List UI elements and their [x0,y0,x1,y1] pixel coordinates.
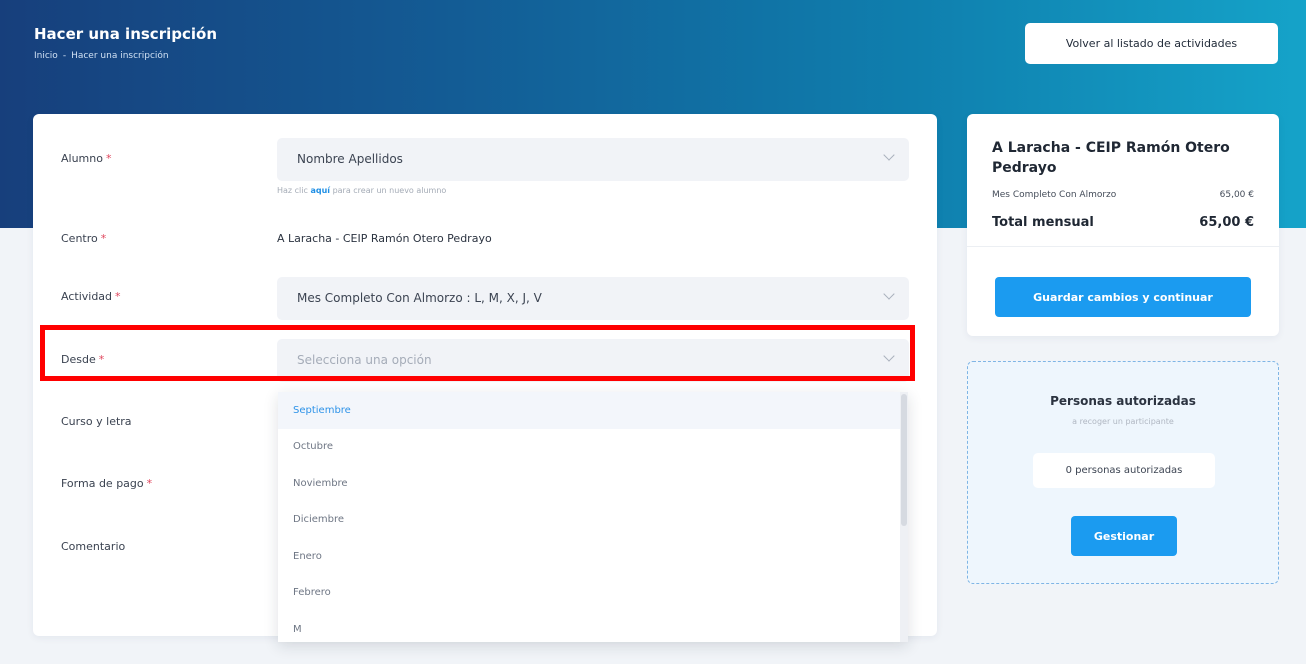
required-mark: * [100,232,107,245]
dropdown-scrollbar[interactable] [900,392,908,642]
dropdown-option-noviembre[interactable]: Noviembre [278,465,908,502]
new-student-link[interactable]: aquí [310,186,330,195]
breadcrumb-separator: - [62,51,67,61]
desde-select[interactable]: Selecciona una opción [277,339,909,382]
required-mark: * [115,290,121,303]
manage-button[interactable]: Gestionar [1071,516,1177,556]
dropdown-option-enero[interactable]: Enero [278,538,908,575]
total-price: 65,00 € [1199,215,1254,230]
actividad-select[interactable]: Mes Completo Con Almorzo : L, M, X, J, V [277,277,909,320]
summary-total: Total mensual 65,00 € [992,215,1254,230]
back-to-activities-button[interactable]: Volver al listado de actividades [1025,23,1278,64]
line-item-label: Mes Completo Con Almorzo [992,190,1117,200]
desde-dropdown-list: Septiembre Octubre Noviembre Diciembre E… [278,392,908,642]
dropdown-option-octubre[interactable]: Octubre [278,429,908,466]
dropdown-option-septiembre[interactable]: Septiembre [278,392,908,429]
authorized-count: 0 personas autorizadas [1033,453,1215,488]
breadcrumb: Inicio - Hacer una inscripción [34,51,169,61]
summary-title: A Laracha - CEIP Ramón Otero Pedrayo [992,140,1230,176]
divider [967,246,1279,247]
comentario-label: Comentario [61,540,126,553]
curso-label: Curso y letra [61,415,132,428]
actividad-label: Actividad * [61,290,121,303]
scrollbar-thumb[interactable] [901,394,907,526]
required-mark: * [98,353,105,366]
alumno-select[interactable]: Nombre Apellidos [277,138,909,181]
new-student-hint: Haz clic aquí para crear un nuevo alumno [277,186,447,195]
summary-card: A Laracha - CEIP Ramón Otero Pedrayo Mes… [967,114,1279,336]
breadcrumb-home[interactable]: Inicio [34,51,58,61]
alumno-value: Nombre Apellidos [297,152,403,166]
dropdown-option-febrero[interactable]: Febrero [278,575,908,612]
total-label: Total mensual [992,215,1094,230]
desde-label: Desde * [61,353,105,366]
chevron-down-icon [883,149,895,161]
chevron-down-icon [883,350,895,362]
alumno-label: Alumno * [61,152,112,165]
line-item-price: 65,00 € [1219,190,1254,200]
forma-pago-label: Forma de pago * [61,477,153,490]
authorized-persons-card: Personas autorizadas a recoger un partic… [967,361,1279,584]
authorized-title: Personas autorizadas [1050,394,1196,408]
dropdown-option-marzo-partial[interactable]: M [278,611,908,642]
desde-placeholder: Selecciona una opción [297,353,432,367]
save-and-continue-button[interactable]: Guardar cambios y continuar [995,277,1251,317]
dropdown-option-diciembre[interactable]: Diciembre [278,502,908,539]
summary-line-item: Mes Completo Con Almorzo 65,00 € [992,190,1254,200]
required-mark: * [105,152,112,165]
actividad-value: Mes Completo Con Almorzo : L, M, X, J, V [297,291,542,305]
authorized-subtitle: a recoger un participante [1072,417,1174,426]
breadcrumb-current: Hacer una inscripción [71,51,169,61]
chevron-down-icon [883,288,895,300]
required-mark: * [146,477,153,490]
centro-label: Centro * [61,232,107,245]
centro-value: A Laracha - CEIP Ramón Otero Pedrayo [277,232,492,245]
page-title: Hacer una inscripción [34,25,217,43]
